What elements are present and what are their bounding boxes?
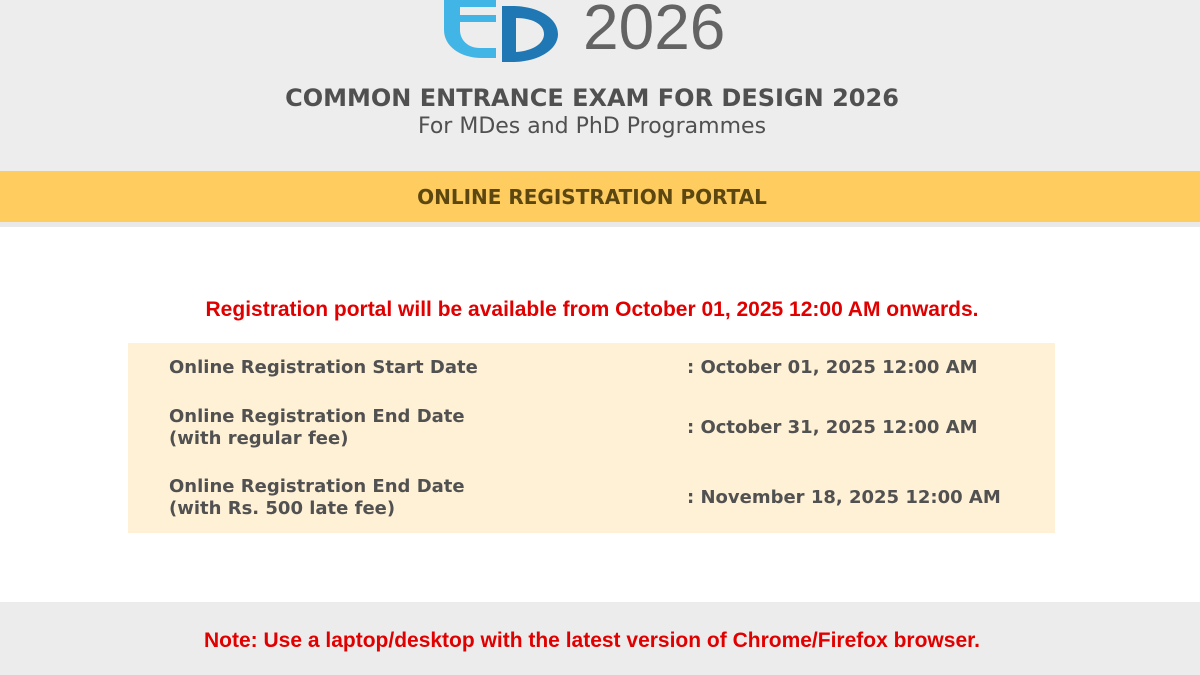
page-title: COMMON ENTRANCE EXAM FOR DESIGN 2026 [285,84,899,112]
date-label-regular-end: Online Registration End Date (with regul… [169,406,465,450]
date-label-line: Online Registration End Date [169,406,465,427]
banner-divider [0,222,1200,227]
logo-year: 2026 [583,0,726,63]
date-label-line: (with regular fee) [169,428,349,449]
availability-notice: Registration portal will be available fr… [205,298,979,321]
date-label-line: (with Rs. 500 late fee) [169,498,396,519]
date-label-start: Online Registration Start Date [169,357,478,379]
date-value-late-end: : November 18, 2025 12:00 AM [687,487,1001,508]
ceed-logo [444,0,558,62]
date-label-line: Online Registration End Date [169,476,465,497]
date-label-line: Online Registration Start Date [169,357,478,378]
date-value-regular-end: : October 31, 2025 12:00 AM [687,417,978,438]
logo-left-mark [444,0,496,58]
portal-title: ONLINE REGISTRATION PORTAL [417,185,767,209]
logo-right-mark [502,6,558,62]
page-subtitle: For MDes and PhD Programmes [417,114,767,139]
date-label-late-end: Online Registration End Date (with Rs. 5… [169,476,465,520]
browser-note: Note: Use a laptop/desktop with the late… [204,629,980,652]
date-value-start: : October 01, 2025 12:00 AM [687,357,978,378]
